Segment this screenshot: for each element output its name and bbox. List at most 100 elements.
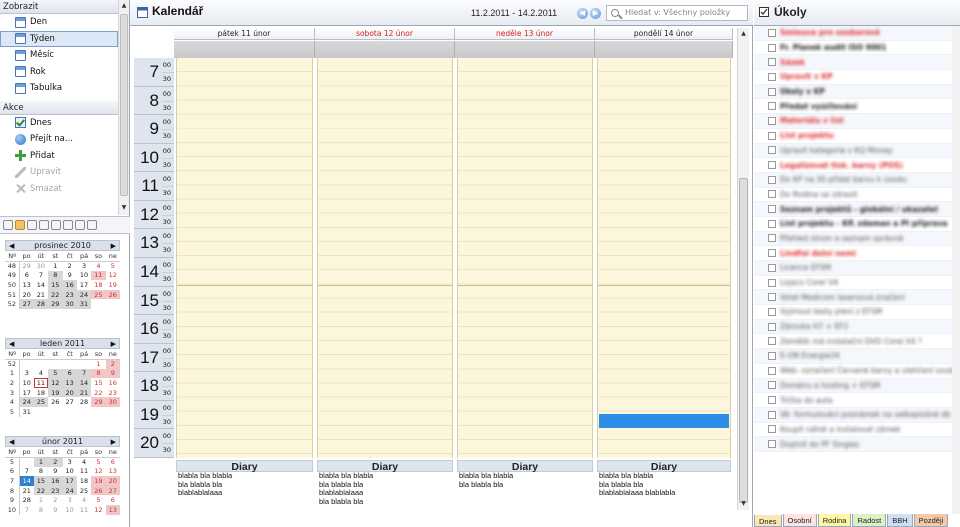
task-checkbox[interactable]: [768, 263, 776, 272]
task-item[interactable]: Úkoly v KP: [754, 84, 952, 100]
event-block[interactable]: [599, 414, 729, 428]
task-checkbox[interactable]: [768, 307, 776, 316]
folder-module-icon[interactable]: [51, 220, 61, 230]
day-cell[interactable]: 9: [105, 368, 120, 379]
task-checkbox[interactable]: [768, 278, 776, 287]
day-cell[interactable]: 15: [48, 280, 63, 290]
view-item-2[interactable]: Měsíc: [0, 47, 118, 64]
task-checkbox[interactable]: [768, 28, 776, 37]
nav-scroll-thumb[interactable]: [120, 14, 128, 196]
task-tab-5[interactable]: Později: [913, 514, 949, 527]
day-cell[interactable]: 8: [34, 505, 48, 515]
all-day-slot-0[interactable]: [174, 41, 315, 58]
day-cell[interactable]: [63, 407, 77, 417]
day-cell[interactable]: 5: [91, 495, 105, 505]
settings-icon[interactable]: [3, 220, 13, 230]
task-checkbox[interactable]: [768, 175, 776, 184]
scroll-up-arrow-icon[interactable]: ▲: [119, 1, 129, 11]
day-cell[interactable]: 24: [19, 397, 34, 407]
action-item-4[interactable]: Smazat: [0, 181, 118, 198]
task-checkbox[interactable]: [768, 410, 776, 419]
day-cell[interactable]: 9: [63, 271, 77, 281]
day-cell[interactable]: 28: [77, 397, 91, 407]
day-cell[interactable]: [48, 407, 62, 417]
task-checkbox[interactable]: [768, 205, 776, 214]
day-cell[interactable]: 19: [91, 476, 106, 486]
day-cell[interactable]: 31: [19, 407, 33, 417]
day-cell[interactable]: 26: [48, 397, 62, 407]
task-checkbox[interactable]: [768, 146, 776, 155]
day-cell[interactable]: 18: [34, 388, 48, 398]
lock-module-icon[interactable]: [75, 220, 85, 230]
task-item[interactable]: Koupit náhdi a instalovat zámek: [754, 423, 952, 438]
task-item[interactable]: Upravit kategorie v KQ Money: [754, 143, 952, 159]
day-cell[interactable]: 6: [62, 368, 77, 379]
task-checkbox[interactable]: [768, 322, 776, 331]
day-cell[interactable]: 11: [77, 505, 91, 515]
day-cell[interactable]: 19: [48, 387, 63, 398]
task-item[interactable]: Žárovka H7 + EF2: [754, 319, 952, 335]
task-item[interactable]: List projektu: [754, 129, 952, 144]
view-item-1[interactable]: Týden: [0, 30, 118, 47]
day-cell[interactable]: 18: [91, 280, 105, 290]
view-item-4[interactable]: Tabulka: [0, 80, 118, 97]
prev-month-arrow-icon[interactable]: ◀: [9, 340, 14, 348]
notes-module-icon[interactable]: [39, 220, 49, 230]
day-cell[interactable]: 5: [106, 261, 120, 271]
day-cell[interactable]: 10: [63, 505, 77, 515]
day-cell[interactable]: 10: [77, 271, 91, 281]
day-cell[interactable]: 8: [48, 270, 63, 281]
day-column-1[interactable]: [317, 58, 453, 458]
task-item[interactable]: List projektu - KP, zdaman a PI příprava: [754, 217, 952, 232]
prev-month-arrow-icon[interactable]: ◀: [9, 242, 14, 250]
trash-module-icon[interactable]: [87, 220, 97, 230]
day-cell[interactable]: 1: [34, 495, 48, 505]
day-cell[interactable]: [19, 359, 33, 369]
day-cell[interactable]: 19: [106, 280, 120, 290]
prev-month-arrow-icon[interactable]: ◀: [9, 438, 14, 446]
task-item[interactable]: Do Rodina se zdravit: [754, 188, 952, 203]
day-cell[interactable]: 13: [106, 467, 120, 477]
action-item-0[interactable]: Dnes: [0, 115, 118, 132]
day-cell[interactable]: 20: [62, 387, 77, 398]
day-cell[interactable]: 16: [62, 280, 77, 290]
day-cell[interactable]: 29: [48, 299, 63, 309]
day-cell[interactable]: 30: [34, 261, 48, 271]
day-cell[interactable]: 27: [19, 299, 34, 309]
task-item[interactable]: Přehled strom a seznam správně: [754, 231, 952, 247]
day-cell[interactable]: 11: [91, 270, 106, 281]
day-cell[interactable]: 9: [48, 467, 62, 477]
task-checkbox[interactable]: [768, 396, 776, 405]
day-cell[interactable]: 13: [19, 280, 33, 290]
day-cell[interactable]: 22: [91, 388, 105, 398]
day-cell[interactable]: 31: [76, 299, 92, 309]
day-header-3[interactable]: pondělí 14 únor: [595, 28, 733, 40]
task-item[interactable]: Doplnit do PF Singles: [754, 437, 952, 452]
day-header-2[interactable]: neděle 13 únor: [455, 28, 595, 40]
day-cell[interactable]: 14: [76, 378, 92, 388]
task-item[interactable]: Licence EFSM: [754, 261, 952, 276]
diary-1[interactable]: Diary blabla bla blabla bla blabla bla blab…: [317, 460, 453, 527]
calendar-scrollbar[interactable]: ▲ ▼: [737, 28, 749, 510]
day-cell[interactable]: 28: [33, 299, 49, 309]
task-item[interactable]: Smlouva pro souborové: [754, 26, 952, 41]
day-cell[interactable]: 5: [48, 368, 63, 379]
task-item[interactable]: Zeměšk má instalační DVD Corel X4 ?: [754, 334, 952, 350]
day-cell[interactable]: 12: [91, 505, 105, 515]
task-item[interactable]: Upravit v KP: [754, 70, 952, 85]
day-column-2[interactable]: [457, 58, 593, 458]
task-checkbox[interactable]: [768, 161, 776, 170]
diary-2[interactable]: Diary blabla bla blabla bla blabla bla: [457, 460, 593, 527]
day-cell[interactable]: 8: [34, 467, 48, 477]
day-cell[interactable]: [106, 407, 120, 417]
day-cell[interactable]: 24: [76, 289, 92, 300]
day-cell[interactable]: 18: [77, 476, 91, 486]
task-item[interactable]: Web: označení Červené barvy a ulehčení s…: [754, 364, 952, 379]
day-cell[interactable]: 22: [48, 289, 63, 300]
day-cell[interactable]: 27: [105, 485, 120, 496]
task-checkbox[interactable]: [768, 234, 776, 243]
day-cell[interactable]: 17: [77, 280, 91, 290]
next-month-arrow-icon[interactable]: ▶: [111, 438, 116, 446]
task-item[interactable]: E-ON Energie24: [754, 349, 952, 364]
day-cell[interactable]: 8: [91, 368, 106, 379]
